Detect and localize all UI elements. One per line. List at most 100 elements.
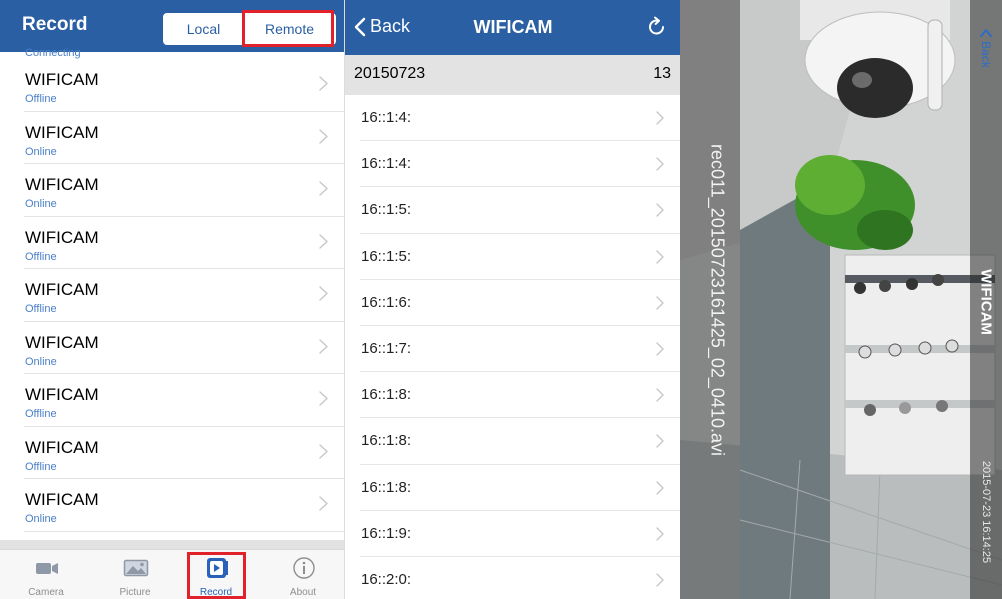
camera-icon: [36, 563, 58, 574]
remote-highlight-box: [242, 10, 334, 47]
device-name: WIFICAM: [25, 122, 99, 142]
chevron-right-icon: [656, 157, 664, 171]
chevron-right-icon: [656, 573, 664, 587]
recording-list-item[interactable]: 16::1:8:: [360, 418, 680, 465]
chevron-right-icon: [319, 286, 328, 301]
device-list-item[interactable]: WIFICAM Offline: [24, 427, 344, 479]
recording-list-item[interactable]: 16::1:5:: [360, 234, 680, 280]
chevron-right-icon: [656, 249, 664, 264]
device-name: WIFICAM: [25, 175, 99, 194]
recording-list: 16::1:4: 16::1:4: 16::1:5: 16::1:5: 16::1:6:…: [345, 95, 680, 599]
device-list-item[interactable]: WIFICAM Online: [24, 164, 344, 217]
recording-count: 13: [653, 65, 671, 82]
video-filename: rec011_20150723161425_02_0410.avi: [707, 144, 728, 456]
device-status: Online: [25, 513, 57, 525]
chevron-right-icon: [656, 296, 664, 310]
recording-list-item[interactable]: 16::1:8:: [360, 372, 680, 419]
chevron-right-icon: [656, 388, 664, 402]
device-list-item[interactable]: WIFICAM Online: [24, 112, 344, 164]
recording-list-item[interactable]: 16::1:8:: [360, 465, 680, 511]
recording-time: 16::2:0:: [361, 570, 412, 588]
recordings-screen: Back WIFICAM 20150723 13 16::1:4: 16::1:4…: [344, 0, 680, 599]
recording-time: 16::1:8:: [361, 478, 412, 496]
recording-time: 16::1:6:: [361, 293, 412, 311]
device-name: WIFICAM: [25, 332, 99, 352]
device-status: Offline: [25, 408, 57, 420]
chevron-right-icon: [656, 434, 664, 449]
device-list: WIFICAM Offline WIFICAM Online WIFICAM Online…: [0, 59, 344, 532]
recording-time: 16::1:4:: [361, 109, 412, 126]
device-status: Offline: [25, 460, 57, 473]
chevron-right-icon: [656, 480, 664, 495]
date-section-header: 20150723 13: [345, 55, 680, 95]
recording-time: 16::1:8:: [361, 432, 412, 450]
record-header: Record Local Remote: [0, 0, 344, 52]
recordings-title: WIFICAM: [473, 17, 553, 37]
tab-bar: Camera Picture Record About: [0, 549, 344, 599]
device-status: Offline: [25, 93, 57, 105]
info-icon: [293, 557, 315, 579]
chevron-left-icon: [980, 29, 992, 38]
recordings-header: Back WIFICAM: [345, 0, 680, 55]
recording-list-item[interactable]: 16::1:4:: [360, 141, 680, 188]
recording-time: 16::1:5:: [361, 201, 412, 219]
recording-list-item[interactable]: 16::1:9:: [360, 511, 680, 557]
recording-time: 16::1:9:: [361, 524, 412, 542]
device-status: Offline: [25, 303, 57, 315]
tab-about[interactable]: About: [263, 550, 343, 599]
recording-time: 16::1:4:: [361, 155, 412, 173]
segment-local[interactable]: Local: [164, 14, 244, 44]
tab-about-label: About: [289, 587, 317, 598]
device-name: WIFICAM: [25, 280, 99, 299]
recording-list-item[interactable]: 16::1:6:: [360, 280, 680, 326]
chevron-right-icon: [319, 496, 328, 511]
record-screen: Record Local Remote Connecting WIFICAM Of…: [0, 0, 344, 599]
device-status: Online: [25, 355, 57, 368]
chevron-right-icon: [319, 338, 328, 354]
device-name: WIFICAM: [25, 385, 99, 404]
device-list-item[interactable]: WIFICAM Online: [24, 479, 344, 532]
video-player-screen: rec011_20150723161425_02_0410.avi WIFICA…: [680, 0, 1002, 599]
player-back-label: Back: [979, 41, 993, 68]
device-status: Online: [25, 198, 57, 210]
device-name: WIFICAM: [25, 70, 99, 89]
refresh-icon[interactable]: [645, 15, 669, 39]
recording-time: 16::1:8:: [361, 386, 412, 404]
player-camera-name: WIFICAM: [977, 269, 995, 335]
tab-picture-label: Picture: [119, 587, 151, 598]
date-label: 20150723: [354, 65, 426, 82]
chevron-right-icon: [319, 391, 328, 406]
recording-list-item[interactable]: 16::2:0:: [360, 557, 680, 599]
tab-camera[interactable]: Camera: [6, 550, 86, 599]
record-title: Record: [22, 14, 88, 35]
device-list-item[interactable]: WIFICAM Offline: [24, 269, 344, 322]
chevron-right-icon: [656, 526, 664, 541]
partial-status-text: Connecting: [25, 47, 81, 59]
device-name: WIFICAM: [25, 437, 99, 457]
recording-list-item[interactable]: 16::1:5:: [360, 187, 680, 234]
video-timestamp: 2015-07-23 16:14:25: [980, 460, 992, 564]
chevron-right-icon: [319, 128, 328, 144]
device-name: WIFICAM: [25, 490, 99, 509]
device-list-item[interactable]: WIFICAM Offline: [24, 374, 344, 427]
device-list-item[interactable]: WIFICAM Online: [24, 322, 344, 374]
device-list-item[interactable]: WIFICAM Offline: [24, 217, 344, 269]
record-tab-highlight-box: [187, 552, 246, 599]
device-name: WIFICAM: [25, 227, 99, 247]
chevron-right-icon: [656, 342, 664, 356]
chevron-right-icon: [656, 111, 664, 125]
recording-list-item[interactable]: 16::1:7:: [360, 326, 680, 373]
recording-time: 16::1:5:: [361, 247, 412, 265]
recording-list-item[interactable]: 16::1:4:: [360, 95, 680, 142]
recording-time: 16::1:7:: [361, 339, 412, 357]
device-status: Offline: [25, 250, 57, 263]
chevron-right-icon: [319, 181, 328, 196]
tab-picture[interactable]: Picture: [95, 550, 175, 599]
tab-camera-label: Camera: [28, 587, 64, 598]
chevron-right-icon: [319, 76, 328, 91]
device-list-item[interactable]: WIFICAM Offline: [24, 59, 344, 112]
player-back-button[interactable]: Back: [979, 28, 993, 68]
device-status: Online: [25, 145, 57, 158]
chevron-right-icon: [656, 203, 664, 218]
chevron-right-icon: [319, 443, 328, 459]
